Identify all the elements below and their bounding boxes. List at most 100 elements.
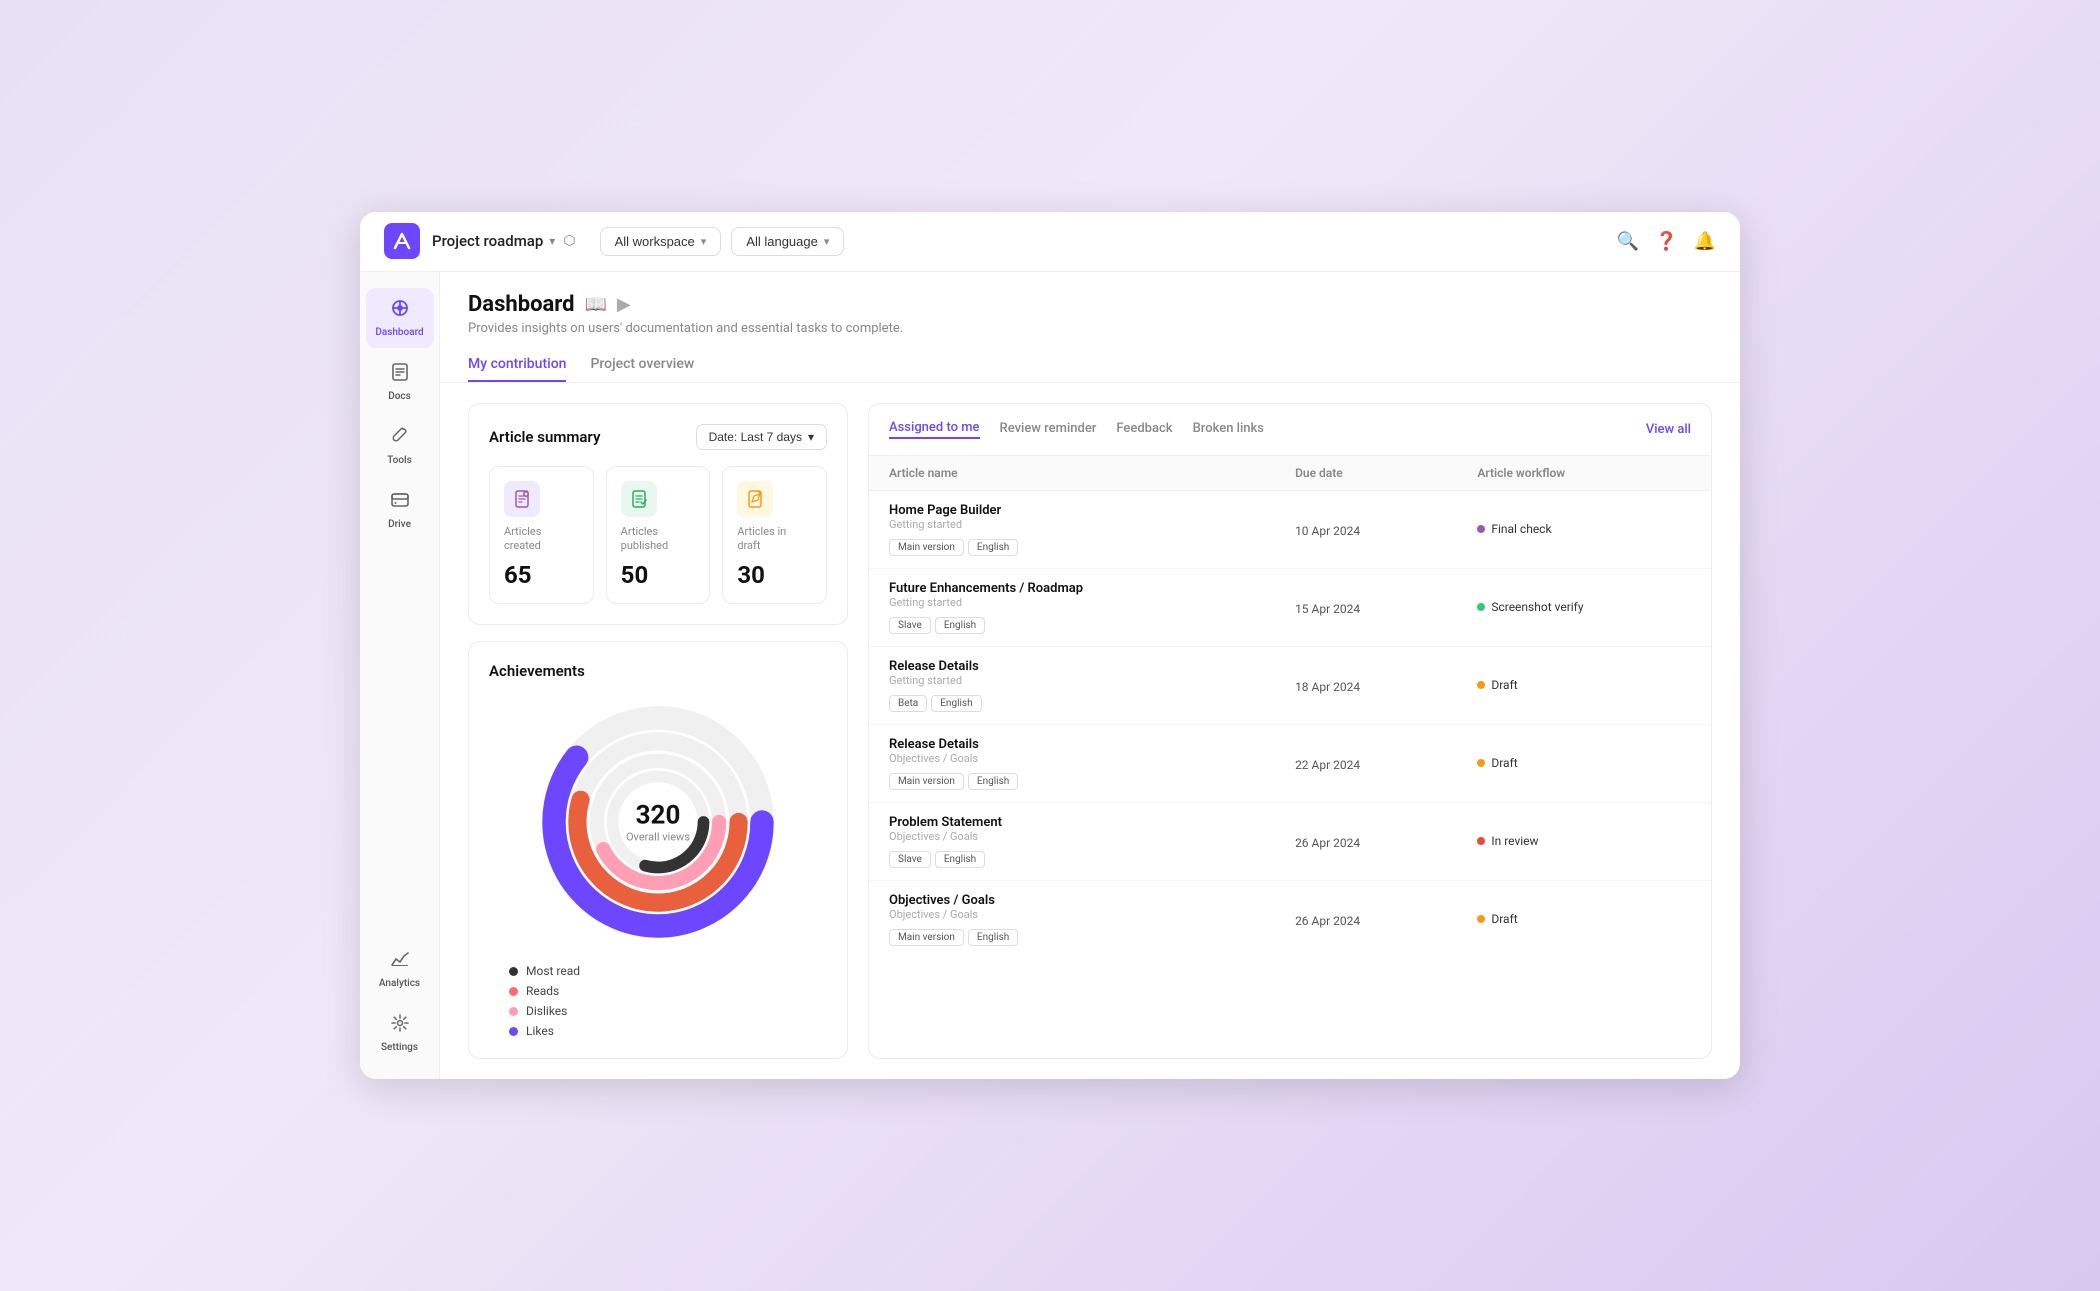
overall-views-value: 320 [626,801,690,831]
article-name: Home Page Builder [889,503,1255,518]
table-row: Home Page Builder Getting started Main v… [869,490,1711,568]
page-header: Dashboard 📖 ▶ Provides insights on users… [440,272,1740,383]
content-area: Dashboard 📖 ▶ Provides insights on users… [440,272,1740,1080]
articles-published-value: 50 [621,561,696,589]
sidebar-item-analytics[interactable]: Analytics [366,939,434,999]
workflow-dot [1477,681,1485,689]
article-tag: English [931,695,981,712]
article-tag: English [968,929,1018,946]
due-date-value: 26 Apr 2024 [1295,836,1360,850]
article-name-cell: Objectives / Goals Objectives / Goals Ma… [869,880,1275,958]
workflow-dot [1477,837,1485,845]
article-name: Release Details [889,737,1255,752]
sidebar-item-docs[interactable]: Docs [366,352,434,412]
due-date-cell: 10 Apr 2024 [1275,490,1457,568]
article-tag: English [935,851,985,868]
notifications-icon[interactable]: 🔔 [1694,231,1716,252]
external-link-icon[interactable]: ⬡ [563,233,575,249]
workflow-badge: Final check [1477,522,1691,536]
project-name[interactable]: Project roadmap ▾ [432,232,555,250]
book-icon[interactable]: 📖 [585,294,607,315]
tools-label: Tools [387,455,411,466]
table-row: Problem Statement Objectives / Goals Sla… [869,802,1711,880]
workflow-dot [1477,759,1485,767]
top-bar-filters: All workspace ▾ All language ▾ [600,227,845,256]
top-bar: Project roadmap ▾ ⬡ All workspace ▾ All … [360,212,1740,272]
article-summary-title: Article summary [489,428,600,446]
tab-my-contribution[interactable]: My contribution [468,348,566,382]
article-name-cell: Release Details Objectives / Goals Main … [869,724,1275,802]
workflow-cell: Draft [1457,724,1711,802]
dashboard-icon [390,298,410,323]
articles-draft-icon [737,481,773,517]
workspace-filter[interactable]: All workspace ▾ [600,227,722,256]
help-icon[interactable]: ❓ [1655,231,1677,252]
language-filter[interactable]: All language ▾ [731,227,844,256]
overall-views-label: Overall views [626,831,690,844]
table-row: Release Details Objectives / Goals Main … [869,724,1711,802]
right-panel: Assigned to me Review reminder Feedback … [868,403,1712,1060]
legend-dot-dislikes [509,1007,518,1016]
dashboard-label: Dashboard [375,327,423,338]
assigned-card: Assigned to me Review reminder Feedback … [868,403,1712,1060]
tab-project-overview[interactable]: Project overview [590,348,694,382]
sidebar-item-drive[interactable]: Drive [366,480,434,540]
two-col-layout: Article summary Date: Last 7 days ▾ [440,383,1740,1080]
workflow-label: Draft [1491,756,1517,770]
drive-label: Drive [388,519,411,530]
sidebar-item-tools[interactable]: Tools [366,416,434,476]
due-date-cell: 26 Apr 2024 [1275,880,1457,958]
sidebar-item-dashboard[interactable]: Dashboard [366,288,434,348]
tab-broken-links[interactable]: Broken links [1193,421,1264,438]
article-category: Objectives / Goals [889,752,1255,765]
col-workflow: Article workflow [1457,456,1711,491]
workflow-label: Screenshot verify [1491,600,1583,614]
search-icon[interactable]: 🔍 [1617,231,1639,252]
achievements-card: Achievements [468,641,848,1059]
due-date-value: 18 Apr 2024 [1295,680,1360,694]
tab-review-reminder[interactable]: Review reminder [1000,421,1097,438]
workflow-label: Draft [1491,912,1517,926]
workflow-cell: In review [1457,802,1711,880]
article-name-cell: Home Page Builder Getting started Main v… [869,490,1275,568]
workflow-label: Final check [1491,522,1551,536]
article-summary-card: Article summary Date: Last 7 days ▾ [468,403,848,626]
article-tag: English [968,773,1018,790]
article-tag: Main version [889,929,964,946]
table-row: Future Enhancements / Roadmap Getting st… [869,568,1711,646]
drive-icon [390,490,410,515]
sidebar-item-settings[interactable]: Settings [366,1003,434,1063]
due-date-value: 15 Apr 2024 [1295,602,1360,616]
due-date-value: 22 Apr 2024 [1295,758,1360,772]
article-category: Getting started [889,674,1255,687]
due-date-value: 10 Apr 2024 [1295,524,1360,538]
legend-likes: Likes [509,1024,580,1038]
app-logo [384,223,420,259]
workflow-dot [1477,603,1485,611]
page-title: Dashboard [468,292,575,317]
article-tag: Slave [889,851,931,868]
article-tags: Main versionEnglish [889,925,1255,946]
workflow-badge: Screenshot verify [1477,600,1691,614]
stats-row: Articles created 65 [489,466,827,605]
settings-icon [390,1013,410,1038]
play-icon[interactable]: ▶ [617,294,631,315]
due-date-cell: 18 Apr 2024 [1275,646,1457,724]
article-tags: Main versionEnglish [889,769,1255,790]
article-name-cell: Problem Statement Objectives / Goals Sla… [869,802,1275,880]
article-category: Getting started [889,596,1255,609]
article-name: Future Enhancements / Roadmap [889,581,1255,596]
table-row: Release Details Getting started BetaEngl… [869,646,1711,724]
due-date-cell: 15 Apr 2024 [1275,568,1457,646]
tab-assigned-to-me[interactable]: Assigned to me [889,420,980,439]
col-article-name: Article name [869,456,1275,491]
view-all-button[interactable]: View all [1646,422,1691,437]
article-tags: SlaveEnglish [889,613,1255,634]
page-tabs: My contribution Project overview [468,348,1712,382]
article-tags: BetaEnglish [889,691,1255,712]
articles-published-icon [621,481,657,517]
article-tag: Beta [889,695,927,712]
tab-feedback[interactable]: Feedback [1116,421,1172,438]
date-filter-button[interactable]: Date: Last 7 days ▾ [696,424,827,450]
article-name: Problem Statement [889,815,1255,830]
